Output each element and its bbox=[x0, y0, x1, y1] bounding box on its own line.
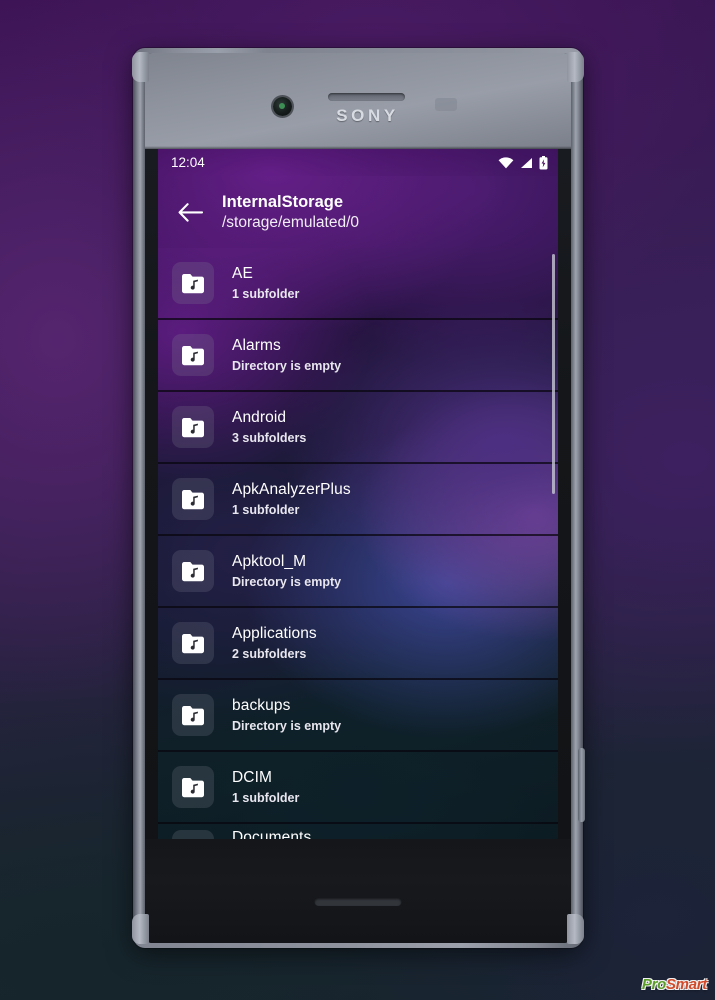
vertical-scrollbar[interactable] bbox=[551, 254, 555, 494]
folder-meta: Directory is empty bbox=[232, 718, 342, 733]
earpiece-speaker-icon bbox=[328, 93, 405, 101]
music-folder-icon bbox=[182, 705, 204, 725]
status-bar: 12:04 bbox=[158, 149, 558, 176]
folder-name: Alarms bbox=[232, 337, 281, 354]
list-item[interactable]: Android 3 subfolders bbox=[158, 392, 558, 464]
music-folder-icon bbox=[182, 273, 204, 293]
music-folder-icon-tile bbox=[172, 766, 214, 808]
frame-corner-bottom-right bbox=[567, 914, 584, 944]
signal-icon bbox=[521, 157, 532, 168]
battery-charging-icon bbox=[539, 155, 548, 169]
wifi-icon bbox=[498, 156, 514, 168]
list-item-text: AE 1 subfolder bbox=[232, 266, 299, 300]
music-folder-icon-tile bbox=[172, 478, 214, 520]
phone-bottom-bezel bbox=[145, 839, 571, 943]
watermark-smart-text: Smart bbox=[665, 976, 707, 993]
list-item[interactable]: AE 1 subfolder bbox=[158, 248, 558, 320]
music-folder-icon bbox=[182, 633, 204, 653]
phone-body: SONY 12:04 InternalStorage /storage/emul… bbox=[145, 53, 571, 943]
folder-meta: Directory is empty bbox=[232, 574, 342, 589]
folder-name: backups bbox=[232, 697, 291, 714]
folder-name: ApkAnalyzerPlus bbox=[232, 481, 351, 498]
list-item[interactable]: ApkAnalyzerPlus 1 subfolder bbox=[158, 464, 558, 536]
list-item[interactable]: Alarms Directory is empty bbox=[158, 320, 558, 392]
folder-name: Android bbox=[232, 409, 287, 426]
list-item[interactable]: Apktool_M Directory is empty bbox=[158, 536, 558, 608]
folder-name: DCIM bbox=[232, 769, 273, 786]
list-item-text: backups Directory is empty bbox=[232, 698, 341, 732]
list-item-text: Applications 2 subfolders bbox=[232, 626, 317, 660]
folder-meta: 3 subfolders bbox=[232, 430, 307, 445]
frame-corner-bottom-left bbox=[132, 914, 149, 944]
music-folder-icon bbox=[182, 489, 204, 509]
list-item-text: DCIM 1 subfolder bbox=[232, 770, 299, 804]
status-bar-clock: 12:04 bbox=[171, 155, 205, 170]
folder-meta: 1 subfolder bbox=[232, 502, 300, 517]
list-item-text: Android 3 subfolders bbox=[232, 410, 306, 444]
front-camera-icon bbox=[273, 97, 292, 116]
page-subtitle-path: /storage/emulated/0 bbox=[222, 214, 360, 232]
power-button[interactable] bbox=[578, 748, 585, 822]
list-item-text: Alarms Directory is empty bbox=[232, 338, 341, 372]
music-folder-icon-tile bbox=[172, 262, 214, 304]
sony-brand-logo: SONY bbox=[336, 106, 399, 125]
music-folder-icon-tile bbox=[172, 622, 214, 664]
prosmart-watermark: ProSmart bbox=[642, 976, 707, 993]
music-folder-icon-tile bbox=[172, 406, 214, 448]
phone-top-bezel: SONY bbox=[145, 53, 571, 149]
phone-screen: 12:04 InternalStorage /storage/emulated/… bbox=[158, 149, 558, 849]
sony-phone-device: SONY 12:04 InternalStorage /storage/emul… bbox=[132, 48, 585, 948]
folder-name: Apktool_M bbox=[232, 553, 307, 570]
proximity-sensor-icon bbox=[435, 98, 457, 111]
list-item[interactable]: Applications 2 subfolders bbox=[158, 608, 558, 680]
list-item-text: ApkAnalyzerPlus 1 subfolder bbox=[232, 482, 351, 516]
frame-corner-top-right bbox=[567, 52, 584, 82]
watermark-pro-text: Pro bbox=[641, 976, 666, 993]
folder-meta: 1 subfolder bbox=[232, 286, 300, 301]
music-folder-icon bbox=[182, 345, 204, 365]
music-folder-icon bbox=[182, 561, 204, 581]
folder-meta: 2 subfolders bbox=[232, 646, 307, 661]
music-folder-icon-tile bbox=[172, 694, 214, 736]
music-folder-icon bbox=[182, 777, 204, 797]
list-item[interactable]: DCIM 1 subfolder bbox=[158, 752, 558, 824]
folder-name: Applications bbox=[232, 625, 317, 642]
back-button[interactable] bbox=[158, 202, 222, 222]
bottom-speaker-icon bbox=[314, 898, 402, 906]
music-folder-icon-tile bbox=[172, 334, 214, 376]
status-bar-icons bbox=[498, 155, 548, 170]
folder-name: AE bbox=[232, 265, 253, 282]
app-bar: InternalStorage /storage/emulated/0 bbox=[158, 176, 558, 248]
app-bar-titles: InternalStorage /storage/emulated/0 bbox=[222, 193, 359, 231]
frame-corner-top-left bbox=[132, 52, 149, 82]
music-folder-icon-tile bbox=[172, 550, 214, 592]
folder-meta: 1 subfolder bbox=[232, 790, 300, 805]
list-item-text: Apktool_M Directory is empty bbox=[232, 554, 341, 588]
folder-meta: Directory is empty bbox=[232, 358, 342, 373]
page-title: InternalStorage bbox=[222, 192, 344, 211]
music-folder-icon bbox=[182, 417, 204, 437]
list-item[interactable]: backups Directory is empty bbox=[158, 680, 558, 752]
back-arrow-icon bbox=[178, 202, 203, 222]
file-list[interactable]: AE 1 subfolder Alarms Directory is empty And… bbox=[158, 248, 558, 849]
phone-left-rail bbox=[133, 62, 145, 934]
